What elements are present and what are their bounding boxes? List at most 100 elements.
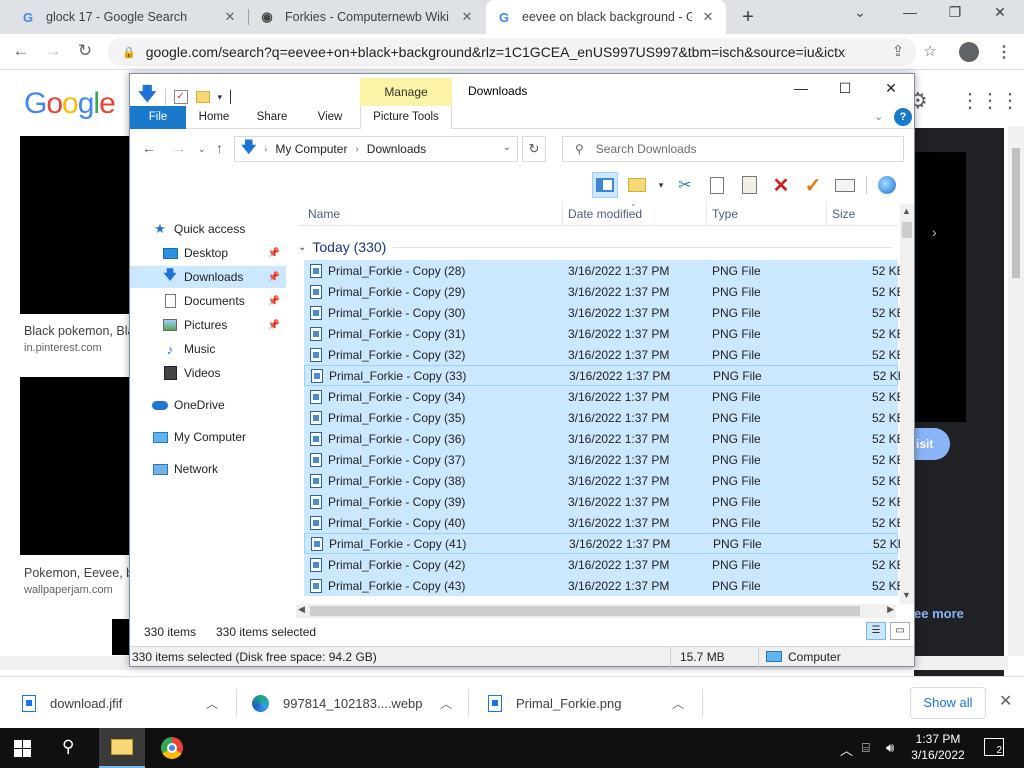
preview-pane-button[interactable]: [592, 172, 618, 198]
tab-view[interactable]: View: [308, 106, 352, 129]
table-row[interactable]: Primal_Forkie - Copy (36) 3/16/2022 1:37 …: [304, 428, 905, 449]
download-item[interactable]: download.jfif ︿: [22, 677, 232, 729]
tab-close-icon[interactable]: ✕: [459, 9, 475, 25]
download-item[interactable]: Primal_Forkie.png ︿: [488, 677, 698, 729]
result-title[interactable]: Pokemon, Eevee, bl: [24, 566, 136, 580]
recent-locations-chevron-icon[interactable]: ⌄: [198, 144, 206, 155]
tab-home[interactable]: Home: [192, 106, 236, 129]
delete-button[interactable]: ✕: [768, 172, 794, 198]
volume-icon[interactable]: 🔊︎: [886, 740, 894, 756]
column-divider[interactable]: [826, 202, 827, 226]
minimize-icon[interactable]: —: [786, 80, 816, 96]
show-hidden-icons-chevron-icon[interactable]: ︿: [840, 740, 853, 759]
apps-grid-icon[interactable]: ⋮⋮⋮: [960, 88, 1020, 113]
nav-item-pictures[interactable]: Pictures 📌: [130, 314, 286, 336]
column-header-date[interactable]: Date modified: [568, 207, 642, 221]
tab-file[interactable]: File: [130, 106, 186, 129]
download-options-chevron-icon[interactable]: ︿: [672, 695, 684, 712]
help-icon[interactable]: ?: [894, 108, 912, 126]
nav-item-my-computer[interactable]: My Computer: [130, 426, 286, 448]
result-title[interactable]: Black pokemon, Bla: [24, 324, 134, 338]
forward-arrow-icon[interactable]: →: [42, 41, 64, 61]
browser-tab[interactable]: ◉ Forkies - Computernewb Wiki ✕: [249, 0, 485, 34]
table-row[interactable]: Primal_Forkie - Copy (43) 3/16/2022 1:37 …: [304, 575, 905, 596]
maximize-icon[interactable]: ☐: [830, 80, 860, 97]
table-row[interactable]: Primal_Forkie - Copy (40) 3/16/2022 1:37 …: [304, 512, 905, 533]
nav-item-network[interactable]: Network: [130, 458, 286, 480]
forward-arrow-icon[interactable]: →: [172, 140, 186, 156]
address-dropdown-icon[interactable]: ⌄: [503, 142, 511, 153]
next-chevron-icon[interactable]: ›: [932, 224, 937, 240]
google-logo[interactable]: Google: [24, 87, 116, 121]
restore-icon[interactable]: ❐: [935, 4, 975, 21]
nav-item-music[interactable]: ♪ Music: [130, 338, 286, 360]
tab-picture-tools[interactable]: Picture Tools: [360, 106, 452, 129]
taskbar-clock[interactable]: 1:37 PM 3/16/2022: [906, 731, 970, 763]
back-arrow-icon[interactable]: ←: [142, 140, 156, 156]
tab-close-icon[interactable]: ✕: [222, 9, 238, 25]
rename-button[interactable]: ✓: [800, 172, 826, 198]
table-row[interactable]: Primal_Forkie - Copy (33) 3/16/2022 1:37 …: [304, 365, 906, 386]
table-row[interactable]: Primal_Forkie - Copy (38) 3/16/2022 1:37 …: [304, 470, 905, 491]
copy-button[interactable]: [704, 172, 730, 198]
table-row[interactable]: Primal_Forkie - Copy (34) 3/16/2022 1:37 …: [304, 386, 905, 407]
download-options-chevron-icon[interactable]: ︿: [206, 695, 218, 712]
column-header-name[interactable]: Name: [308, 207, 340, 221]
visit-button[interactable]: isit: [914, 428, 950, 460]
result-image[interactable]: [20, 136, 130, 314]
table-row[interactable]: Primal_Forkie - Copy (29) 3/16/2022 1:37 …: [304, 281, 905, 302]
address-bar[interactable]: 🔒 google.com/search?q=eevee+on+black+bac…: [108, 38, 916, 66]
column-header-size[interactable]: Size: [832, 207, 855, 221]
nav-item-videos[interactable]: Videos: [130, 362, 286, 384]
table-row[interactable]: Primal_Forkie - Copy (32) 3/16/2022 1:37 …: [304, 344, 905, 365]
tab-search-chevron-icon[interactable]: ⌄: [840, 4, 880, 21]
new-folder-icon[interactable]: [195, 91, 210, 103]
table-row[interactable]: Primal_Forkie - Copy (31) 3/16/2022 1:37 …: [304, 323, 905, 344]
scrollbar-thumb[interactable]: [1012, 148, 1020, 278]
close-downloads-bar-icon[interactable]: ✕: [999, 691, 1012, 711]
bookmark-star-icon[interactable]: ☆: [920, 42, 940, 60]
share-icon[interactable]: ⇪: [888, 42, 908, 60]
network-globe-button[interactable]: [874, 172, 900, 198]
tab-close-icon[interactable]: ✕: [700, 9, 716, 25]
network-status-icon[interactable]: ⌸: [862, 740, 870, 756]
customize-dropdown-icon[interactable]: ▾: [218, 92, 223, 103]
column-header-type[interactable]: Type: [712, 207, 738, 221]
up-arrow-icon[interactable]: ↑: [216, 140, 223, 156]
column-divider[interactable]: [562, 202, 563, 226]
new-folder-button[interactable]: [624, 172, 650, 198]
expand-ribbon-chevron-icon[interactable]: ⌄: [874, 110, 883, 123]
table-row[interactable]: Primal_Forkie - Copy (37) 3/16/2022 1:37 …: [304, 449, 905, 470]
back-arrow-icon[interactable]: ←: [10, 41, 32, 61]
scroll-right-icon[interactable]: ▶: [887, 604, 894, 615]
minimize-icon[interactable]: —: [890, 4, 930, 20]
breadcrumb-item[interactable]: My Computer: [275, 142, 347, 156]
explorer-address-bar[interactable]: 🡇 › My Computer › Downloads ⌄: [234, 136, 518, 162]
file-list-horizontal-scrollbar[interactable]: ◀ ▶: [296, 604, 896, 618]
table-row[interactable]: Primal_Forkie - Copy (41) 3/16/2022 1:37 …: [304, 533, 906, 554]
result-image[interactable]: [112, 619, 130, 655]
scrollbar-thumb[interactable]: [310, 606, 860, 616]
properties-button[interactable]: [832, 172, 858, 198]
download-item[interactable]: 997814_102183....webp ︿: [252, 677, 462, 729]
nav-item-documents[interactable]: Documents 📌: [130, 290, 286, 312]
manage-tab[interactable]: Manage: [360, 78, 452, 107]
preview-image[interactable]: [914, 152, 966, 422]
paste-button[interactable]: [736, 172, 762, 198]
result-source[interactable]: wallpaperjam.com: [24, 584, 113, 596]
search-icon[interactable]: ⚲: [62, 737, 74, 757]
nav-item-quick-access[interactable]: ★ Quick access: [130, 218, 286, 240]
result-source[interactable]: in.pinterest.com: [24, 342, 102, 354]
nav-item-downloads[interactable]: 🡇 Downloads 📌: [130, 266, 286, 288]
file-list-vertical-scrollbar[interactable]: ▲ ▼: [900, 204, 914, 604]
close-window-icon[interactable]: ✕: [980, 4, 1020, 21]
profile-avatar-icon[interactable]: [959, 42, 979, 62]
scroll-down-icon[interactable]: ▼: [902, 590, 911, 600]
taskbar-chrome[interactable]: [149, 728, 195, 768]
notification-center-icon[interactable]: 2: [984, 738, 1004, 756]
close-icon[interactable]: ✕: [876, 80, 906, 97]
table-row[interactable]: Primal_Forkie - Copy (42) 3/16/2022 1:37 …: [304, 554, 905, 575]
cut-button[interactable]: ✂: [672, 172, 698, 198]
new-dropdown-icon[interactable]: ▾: [656, 172, 666, 198]
group-header[interactable]: ⌄ Today (330): [298, 236, 386, 258]
